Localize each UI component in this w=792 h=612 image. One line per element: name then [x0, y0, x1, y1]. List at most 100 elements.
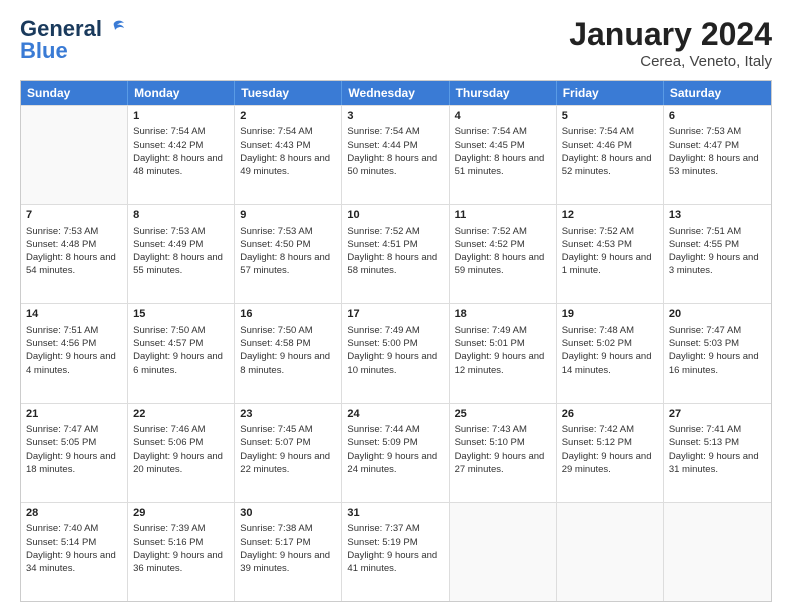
calendar-cell: 11Sunrise: 7:52 AMSunset: 4:52 PMDayligh…	[450, 205, 557, 303]
day-number: 15	[133, 307, 229, 322]
sunrise-text: Sunrise: 7:54 AM	[562, 125, 658, 138]
sunrise-text: Sunrise: 7:50 AM	[133, 324, 229, 337]
sunset-text: Sunset: 5:01 PM	[455, 337, 551, 350]
sunset-text: Sunset: 4:51 PM	[347, 238, 443, 251]
calendar-cell: 19Sunrise: 7:48 AMSunset: 5:02 PMDayligh…	[557, 304, 664, 402]
calendar-cell: 13Sunrise: 7:51 AMSunset: 4:55 PMDayligh…	[664, 205, 771, 303]
day-number: 10	[347, 208, 443, 223]
sunrise-text: Sunrise: 7:51 AM	[669, 225, 766, 238]
header: General Blue January 2024 Cerea, Veneto,…	[20, 16, 772, 70]
day-number: 18	[455, 307, 551, 322]
calendar-cell: 22Sunrise: 7:46 AMSunset: 5:06 PMDayligh…	[128, 404, 235, 502]
day-number: 13	[669, 208, 766, 223]
daylight-text: Daylight: 9 hours and 22 minutes.	[240, 450, 336, 477]
calendar-cell: 25Sunrise: 7:43 AMSunset: 5:10 PMDayligh…	[450, 404, 557, 502]
sunrise-text: Sunrise: 7:52 AM	[562, 225, 658, 238]
day-number: 26	[562, 407, 658, 422]
calendar-cell: 10 Sunrise: 7:52 AMSunset: 4:51 PMDayligh…	[342, 205, 449, 303]
daylight-text: Daylight: 8 hours and 55 minutes.	[133, 251, 229, 278]
calendar-cell: 29Sunrise: 7:39 AMSunset: 5:16 PMDayligh…	[128, 503, 235, 601]
day-number: 16	[240, 307, 336, 322]
daylight-text: Daylight: 8 hours and 58 minutes.	[347, 251, 443, 278]
calendar-cell: 24Sunrise: 7:44 AMSunset: 5:09 PMDayligh…	[342, 404, 449, 502]
calendar-cell: 12Sunrise: 7:52 AMSunset: 4:53 PMDayligh…	[557, 205, 664, 303]
sunrise-text: Sunrise: 7:53 AM	[26, 225, 122, 238]
daylight-text: Daylight: 8 hours and 51 minutes.	[455, 152, 551, 179]
sunset-text: Sunset: 5:19 PM	[347, 536, 443, 549]
sunrise-text: Sunrise: 7:49 AM	[455, 324, 551, 337]
calendar-row-5: 28Sunrise: 7:40 AMSunset: 5:14 PMDayligh…	[21, 502, 771, 601]
daylight-text: Daylight: 8 hours and 57 minutes.	[240, 251, 336, 278]
daylight-text: Daylight: 9 hours and 18 minutes.	[26, 450, 122, 477]
month-title: January 2024	[569, 16, 772, 53]
day-number: 31	[347, 506, 443, 521]
sunrise-text: Sunrise: 7:39 AM	[133, 522, 229, 535]
sunset-text: Sunset: 4:47 PM	[669, 139, 766, 152]
sunrise-text: Sunrise: 7:41 AM	[669, 423, 766, 436]
day-of-week-friday: Friday	[557, 81, 664, 105]
day-number: 7	[26, 208, 122, 223]
sunset-text: Sunset: 4:56 PM	[26, 337, 122, 350]
logo: General Blue	[20, 16, 126, 64]
calendar-cell: 7Sunrise: 7:53 AMSunset: 4:48 PMDaylight…	[21, 205, 128, 303]
daylight-text: Daylight: 9 hours and 34 minutes.	[26, 549, 122, 576]
sunrise-text: Sunrise: 7:46 AM	[133, 423, 229, 436]
sunrise-text: Sunrise: 7:52 AM	[347, 225, 443, 238]
calendar-cell: 8Sunrise: 7:53 AMSunset: 4:49 PMDaylight…	[128, 205, 235, 303]
daylight-text: Daylight: 9 hours and 3 minutes.	[669, 251, 766, 278]
location-subtitle: Cerea, Veneto, Italy	[569, 53, 772, 70]
day-number: 17	[347, 307, 443, 322]
day-number: 14	[26, 307, 122, 322]
sunrise-text: Sunrise: 7:54 AM	[240, 125, 336, 138]
daylight-text: Daylight: 9 hours and 20 minutes.	[133, 450, 229, 477]
sunrise-text: Sunrise: 7:37 AM	[347, 522, 443, 535]
daylight-text: Daylight: 9 hours and 1 minute.	[562, 251, 658, 278]
sunset-text: Sunset: 5:09 PM	[347, 436, 443, 449]
calendar-cell: 9Sunrise: 7:53 AMSunset: 4:50 PMDaylight…	[235, 205, 342, 303]
sunrise-text: Sunrise: 7:54 AM	[455, 125, 551, 138]
sunset-text: Sunset: 5:07 PM	[240, 436, 336, 449]
sunrise-text: Sunrise: 7:44 AM	[347, 423, 443, 436]
day-number: 9	[240, 208, 336, 223]
day-number: 5	[562, 109, 658, 124]
sunrise-text: Sunrise: 7:40 AM	[26, 522, 122, 535]
sunset-text: Sunset: 4:57 PM	[133, 337, 229, 350]
calendar-body: 1Sunrise: 7:54 AMSunset: 4:42 PMDaylight…	[21, 105, 771, 601]
day-number: 29	[133, 506, 229, 521]
daylight-text: Daylight: 9 hours and 29 minutes.	[562, 450, 658, 477]
sunrise-text: Sunrise: 7:49 AM	[347, 324, 443, 337]
daylight-text: Daylight: 8 hours and 52 minutes.	[562, 152, 658, 179]
sunset-text: Sunset: 4:48 PM	[26, 238, 122, 251]
day-of-week-wednesday: Wednesday	[342, 81, 449, 105]
sunrise-text: Sunrise: 7:47 AM	[26, 423, 122, 436]
calendar-cell: 31Sunrise: 7:37 AMSunset: 5:19 PMDayligh…	[342, 503, 449, 601]
sunrise-text: Sunrise: 7:43 AM	[455, 423, 551, 436]
calendar-cell: 30Sunrise: 7:38 AMSunset: 5:17 PMDayligh…	[235, 503, 342, 601]
daylight-text: Daylight: 8 hours and 50 minutes.	[347, 152, 443, 179]
day-number: 12	[562, 208, 658, 223]
calendar-cell	[450, 503, 557, 601]
day-number: 11	[455, 208, 551, 223]
calendar-cell: 3Sunrise: 7:54 AMSunset: 4:44 PMDaylight…	[342, 106, 449, 204]
day-number: 19	[562, 307, 658, 322]
sunset-text: Sunset: 5:02 PM	[562, 337, 658, 350]
day-number: 2	[240, 109, 336, 124]
calendar-cell	[21, 106, 128, 204]
calendar-cell: 4Sunrise: 7:54 AMSunset: 4:45 PMDaylight…	[450, 106, 557, 204]
sunset-text: Sunset: 4:43 PM	[240, 139, 336, 152]
sunset-text: Sunset: 5:13 PM	[669, 436, 766, 449]
sunset-text: Sunset: 4:46 PM	[562, 139, 658, 152]
calendar-row-1: 1Sunrise: 7:54 AMSunset: 4:42 PMDaylight…	[21, 105, 771, 204]
calendar-cell: 15Sunrise: 7:50 AMSunset: 4:57 PMDayligh…	[128, 304, 235, 402]
day-number: 6	[669, 109, 766, 124]
daylight-text: Daylight: 9 hours and 10 minutes.	[347, 350, 443, 377]
daylight-text: Daylight: 9 hours and 41 minutes.	[347, 549, 443, 576]
sunrise-text: Sunrise: 7:53 AM	[133, 225, 229, 238]
daylight-text: Daylight: 8 hours and 48 minutes.	[133, 152, 229, 179]
daylight-text: Daylight: 9 hours and 4 minutes.	[26, 350, 122, 377]
sunrise-text: Sunrise: 7:48 AM	[562, 324, 658, 337]
calendar-cell: 18Sunrise: 7:49 AMSunset: 5:01 PMDayligh…	[450, 304, 557, 402]
day-number: 8	[133, 208, 229, 223]
sunrise-text: Sunrise: 7:54 AM	[133, 125, 229, 138]
sunset-text: Sunset: 4:42 PM	[133, 139, 229, 152]
